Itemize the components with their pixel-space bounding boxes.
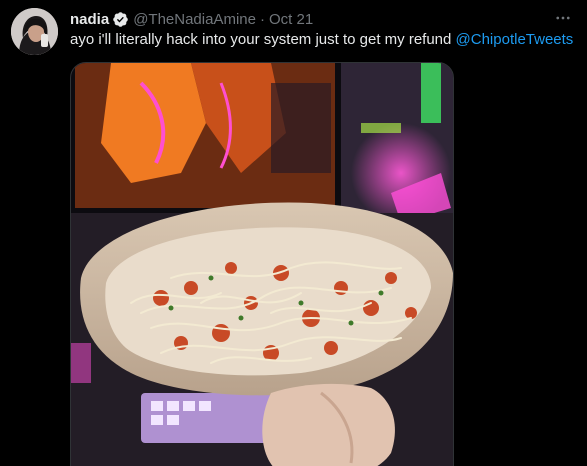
- burrito-bowl-photo: [71, 63, 453, 466]
- separator-dot: ·: [259, 10, 265, 28]
- avatar[interactable]: [11, 8, 58, 55]
- tweet-header: nadia @TheNadiaAmine · Oct 21: [70, 9, 313, 29]
- verified-badge-icon: [112, 11, 129, 28]
- mention-link[interactable]: @ChipotleTweets: [456, 31, 574, 48]
- timestamp[interactable]: Oct 21: [269, 11, 313, 28]
- more-options-icon[interactable]: [553, 8, 573, 28]
- avatar-image: [11, 8, 58, 55]
- tweet[interactable]: nadia @TheNadiaAmine · Oct 21 ayo i'll l…: [0, 0, 587, 466]
- tweet-media-photo[interactable]: [70, 62, 454, 466]
- user-handle[interactable]: @TheNadiaAmine: [133, 11, 256, 28]
- display-name[interactable]: nadia: [70, 11, 109, 28]
- tweet-body: ayo i'll literally hack into your system…: [70, 31, 452, 48]
- tweet-text: ayo i'll literally hack into your system…: [70, 30, 573, 50]
